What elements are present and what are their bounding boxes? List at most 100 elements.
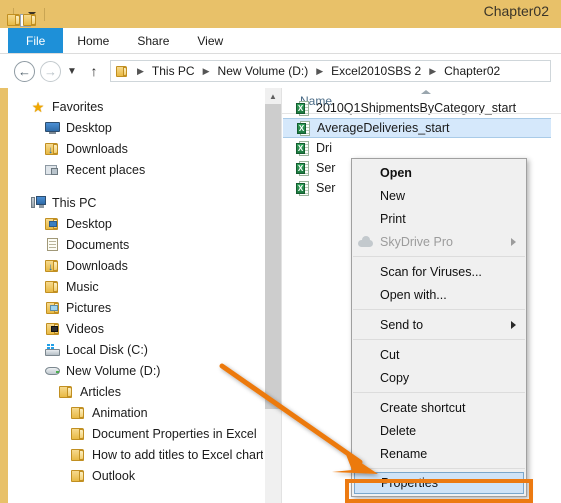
breadcrumb-separator: ▶ (202, 65, 210, 76)
sidebar-item-label: Pictures (66, 300, 112, 315)
computer-icon (30, 195, 46, 211)
back-button[interactable]: ← (14, 60, 35, 82)
sidebar-item-label: Music (66, 279, 99, 294)
sidebar-item-label: How to add titles to Excel charts (92, 447, 263, 462)
sidebar-item-label: Outlook (92, 468, 136, 483)
tab-home[interactable]: Home (63, 28, 123, 53)
context-menu-item-rename[interactable]: Rename (352, 442, 526, 465)
file-name: Ser (316, 181, 336, 195)
sidebar-item-animation[interactable]: Animation (8, 402, 263, 423)
file-name: Ser (316, 161, 336, 175)
context-menu-separator (353, 468, 525, 469)
context-menu-item-open-with[interactable]: Open with... (352, 283, 526, 306)
sidebar-item-videos[interactable]: Videos (8, 318, 263, 339)
window-title: Chapter02 (483, 3, 549, 19)
submenu-arrow-icon (511, 321, 516, 329)
quick-access-toolbar: ✓ (0, 7, 48, 28)
file-name: Dri (316, 141, 332, 155)
file-explorer-window: ✓ Chapter02 File Home Share View ← → ▼ ↑… (0, 0, 561, 503)
breadcrumb-item-new-volume[interactable]: New Volume (D:) (216, 64, 311, 78)
sidebar-item-label: This PC (52, 195, 97, 210)
sidebar-item-label: Animation (92, 405, 148, 420)
excel-file-icon: X (296, 140, 310, 156)
context-menu-item-delete[interactable]: Delete (352, 419, 526, 442)
downloads-folder-icon: ↓ (44, 258, 60, 274)
context-menu-item-cut[interactable]: Cut (352, 343, 526, 366)
scrollbar-thumb[interactable] (265, 104, 281, 409)
table-row[interactable]: X Dri (282, 138, 561, 158)
excel-file-icon: X (296, 160, 310, 176)
sidebar-item-how-to-add-titles-to-excel-charts[interactable]: How to add titles to Excel charts (8, 444, 263, 465)
context-menu-item-new[interactable]: New (352, 184, 526, 207)
breadcrumb-item-chapter02[interactable]: Chapter02 (442, 64, 502, 78)
breadcrumb-separator: ▶ (429, 65, 437, 76)
sidebar-item-label: Desktop (66, 120, 112, 135)
sidebar-item-label: Documents (66, 237, 130, 252)
cloud-icon (358, 236, 373, 247)
recent-places-icon (44, 162, 60, 178)
sidebar-item-label: Downloads (66, 141, 128, 156)
sidebar-item-outlook[interactable]: Outlook (8, 465, 263, 486)
file-list-column-header[interactable]: Name (282, 88, 561, 114)
tab-file[interactable]: File (8, 28, 64, 53)
ribbon-tab-strip: File Home Share View (0, 28, 561, 54)
context-menu-separator (353, 309, 525, 310)
sidebar-item-pc-desktop[interactable]: Desktop (8, 213, 263, 234)
sidebar-item-document-properties-in-excel[interactable]: Document Properties in Excel (8, 423, 263, 444)
sidebar-item-pictures[interactable]: Pictures (8, 297, 263, 318)
breadcrumb-item-this-pc[interactable]: This PC (150, 64, 197, 78)
sidebar-item-local-disk-c[interactable]: Local Disk (C:) (8, 339, 263, 360)
sidebar-item-recent-places[interactable]: Recent places (8, 159, 263, 180)
up-button[interactable]: ↑ (84, 60, 104, 82)
breadcrumb-separator: ▶ (137, 65, 144, 76)
sidebar-item-label: Document Properties in Excel (92, 426, 257, 441)
pictures-folder-icon (44, 300, 60, 316)
sidebar-item-articles[interactable]: Articles (8, 381, 263, 402)
sidebar-item-label: New Volume (D:) (66, 363, 161, 378)
context-menu-item-label: Send to (380, 317, 424, 332)
tab-share[interactable]: Share (123, 28, 183, 53)
navigation-pane: ★ Favorites Desktop ↓ Downloads Recent p (8, 88, 263, 503)
context-menu-item-copy[interactable]: Copy (352, 366, 526, 389)
context-menu: Open New Print SkyDrive Pro Scan for Vir… (351, 158, 527, 497)
context-menu-item-label: SkyDrive Pro (380, 234, 453, 249)
context-menu-item-send-to[interactable]: Send to (352, 313, 526, 336)
videos-folder-icon (44, 321, 60, 337)
context-menu-item-scan-for-viruses[interactable]: Scan for Viruses... (352, 260, 526, 283)
chevron-down-icon[interactable]: ▼ (64, 60, 80, 82)
sidebar-item-new-volume-d[interactable]: New Volume (D:) (8, 360, 263, 381)
sidebar-item-favorites-downloads[interactable]: ↓ Downloads (8, 138, 263, 159)
sidebar-group-favorites[interactable]: ★ Favorites (8, 96, 263, 117)
breadcrumb[interactable]: ▶ This PC ▶ New Volume (D:) ▶ Excel2010S… (110, 60, 551, 82)
breadcrumb-item-excel2010sbs[interactable]: Excel2010SBS 2 (329, 64, 423, 78)
forward-button[interactable]: → (40, 60, 61, 82)
sidebar-group-this-pc[interactable]: This PC (8, 192, 263, 213)
context-menu-item-skydrive-pro: SkyDrive Pro (352, 230, 526, 253)
sidebar-item-label: Favorites (52, 99, 104, 114)
sidebar-item-documents[interactable]: Documents (8, 234, 263, 255)
sidebar-item-pc-downloads[interactable]: ↓ Downloads (8, 255, 263, 276)
folder-icon (58, 384, 74, 400)
window-left-border (0, 88, 8, 503)
sidebar-item-label: Downloads (66, 258, 128, 273)
music-folder-icon (44, 279, 60, 295)
context-menu-separator (353, 256, 525, 257)
context-menu-item-print[interactable]: Print (352, 207, 526, 230)
context-menu-separator (353, 392, 525, 393)
excel-file-icon: X (296, 100, 310, 116)
scroll-up-icon[interactable]: ▲ (265, 88, 281, 104)
context-menu-item-open[interactable]: Open (352, 161, 526, 184)
navigation-pane-scrollbar[interactable]: ▲ (265, 88, 281, 503)
excel-file-icon: X (296, 180, 310, 196)
folder-icon (116, 65, 128, 77)
local-disk-icon (44, 342, 60, 358)
address-bar: ← → ▼ ↑ ▶ This PC ▶ New Volume (D:) ▶ Ex… (0, 54, 561, 88)
table-row[interactable]: X AverageDeliveries_start (283, 118, 551, 138)
sidebar-item-music[interactable]: Music (8, 276, 263, 297)
context-menu-item-properties[interactable]: Properties (354, 472, 524, 494)
sidebar-item-favorites-desktop[interactable]: Desktop (8, 117, 263, 138)
qat-divider-2 (44, 7, 45, 21)
tab-view[interactable]: View (183, 28, 237, 53)
folder-icon (70, 468, 86, 484)
context-menu-item-create-shortcut[interactable]: Create shortcut (352, 396, 526, 419)
